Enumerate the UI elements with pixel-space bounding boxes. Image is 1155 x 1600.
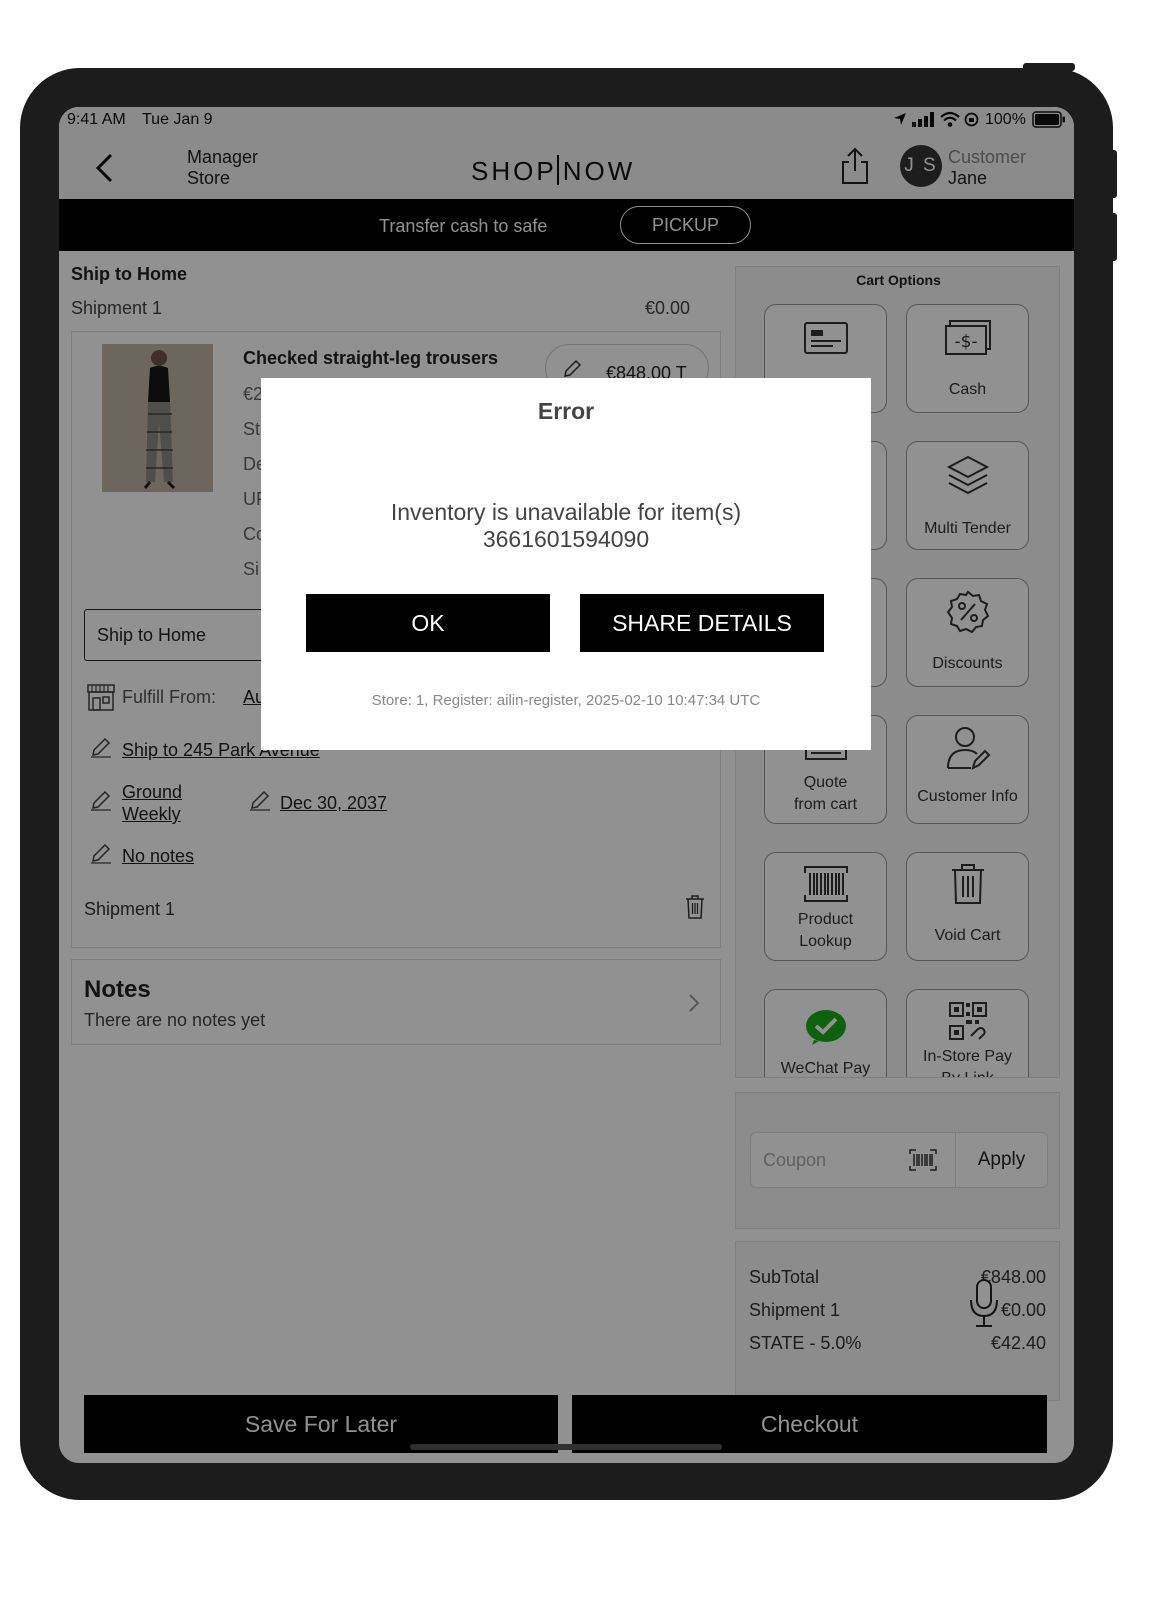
dialog-item-number: 3661601594090 — [482, 526, 650, 552]
dialog-title: Error — [537, 398, 595, 424]
share-details-button[interactable]: SHARE DETAILS — [580, 594, 824, 652]
power-button — [1023, 63, 1075, 71]
dialog-message: Inventory is unavailable for item(s) 366… — [301, 499, 831, 553]
volume-up-button — [1107, 150, 1117, 198]
error-dialog: Error Inventory is unavailable for item(… — [261, 378, 871, 750]
dialog-footer: Store: 1, Register: ailin-register, 2025… — [371, 692, 761, 709]
modal-overlay — [59, 107, 1074, 1463]
screen: 9:41 AM Tue Jan 9 100% Manager Store SHO… — [59, 107, 1074, 1463]
dialog-message-line1: Inventory is unavailable for item(s) — [390, 499, 742, 525]
volume-down-button — [1107, 213, 1117, 261]
ok-button[interactable]: OK — [306, 594, 550, 652]
